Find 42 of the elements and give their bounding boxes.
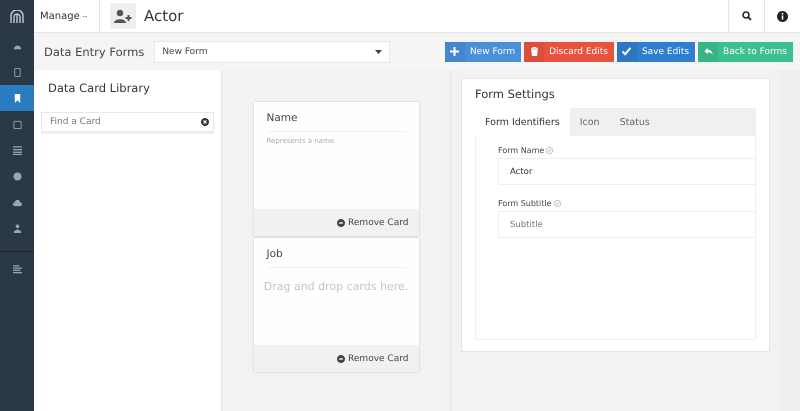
tablet-icon [12, 68, 22, 76]
sidebar-item[interactable] [0, 85, 34, 111]
search-icon [742, 11, 752, 21]
cloud-icon [12, 198, 22, 206]
check-circle-icon [554, 200, 561, 207]
caret-icon [375, 50, 382, 54]
info-icon [777, 10, 788, 22]
plus-icon [450, 47, 460, 56]
minus-circle-icon [337, 354, 346, 362]
person-icon [12, 224, 22, 232]
card-title: Form Settings [475, 87, 556, 101]
calendar-icon [12, 120, 22, 128]
clear-icon[interactable] [201, 118, 209, 126]
minus-circle-icon [337, 218, 346, 226]
panel-title: Data Card Library [47, 80, 151, 97]
remove-card-button[interactable]: Remove Card [337, 218, 408, 228]
card-title: Job [266, 248, 406, 268]
remove-card-button[interactable]: Remove Card [337, 354, 408, 364]
trash-icon [530, 47, 539, 56]
check-icon [622, 47, 632, 56]
add-user-icon [114, 9, 132, 23]
list-icon [12, 146, 22, 154]
card-title: Name [266, 112, 406, 132]
tab[interactable]: Form Identifiers [475, 108, 570, 136]
arch-logo-icon[interactable] [10, 10, 24, 24]
field-label: Form Name [498, 146, 544, 155]
search-field[interactable]: Find a Card [41, 112, 214, 132]
save-button[interactable]: Save Edits [616, 42, 696, 62]
field-label: Form Subtitle [498, 199, 552, 208]
data-card[interactable]: Job Drag and drop cards here. Remove Card [254, 238, 418, 372]
report-icon [12, 264, 22, 274]
discard-button[interactable]: Discard Edits [524, 42, 614, 62]
drop-hint: Drag and drop cards here. [262, 280, 410, 293]
section-label: Data Entry Forms [44, 44, 144, 58]
reply-arrow-icon [704, 47, 713, 56]
page-title: Actor [144, 7, 184, 25]
bookmark-icon [12, 94, 22, 102]
form-select[interactable]: New Form [154, 40, 390, 62]
text-field[interactable]: Actor [498, 158, 755, 185]
manage-menu[interactable]: Manage [34, 0, 100, 32]
text-field[interactable]: Subtitle [498, 211, 755, 238]
check-circle-icon [546, 147, 554, 154]
